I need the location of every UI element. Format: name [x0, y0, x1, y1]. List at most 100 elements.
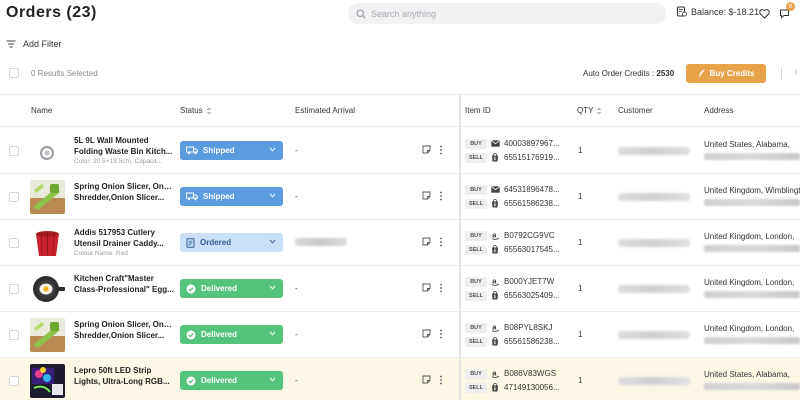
product-name[interactable]: 5L 9L Wall Mounted Folding Waste Bin Kitc… — [74, 135, 174, 157]
buy-item-id[interactable]: B0792CG9VC — [504, 231, 555, 240]
col-customer[interactable]: Customer — [618, 106, 653, 115]
favorites-button[interactable] — [759, 6, 770, 24]
sell-item-id[interactable]: 65561586238... — [504, 199, 560, 208]
status-dropdown[interactable]: Delivered — [180, 279, 283, 298]
row-checkbox[interactable] — [9, 330, 19, 340]
buy-item-id[interactable]: B086V83WGS — [504, 369, 556, 378]
more-options-icon[interactable] — [439, 375, 443, 385]
status-dropdown[interactable]: Delivered — [180, 325, 283, 344]
credits-value: 2530 — [656, 69, 675, 78]
status-label: Ordered — [200, 238, 232, 247]
buy-item-id[interactable]: 40003897967... — [504, 139, 560, 148]
table-column-divider[interactable] — [459, 95, 461, 400]
table-row[interactable]: Lepro 50ft LED Strip Lights, Ultra-Long R… — [0, 358, 800, 400]
table-row[interactable]: Spring Onion Slicer, Onion Shredder,Onion… — [0, 174, 800, 220]
sort-icon — [596, 107, 602, 114]
col-qty[interactable]: QTY — [577, 106, 602, 115]
more-options-icon[interactable] — [439, 191, 443, 201]
shopping-bag-icon — [492, 199, 498, 208]
table-row[interactable]: Kitchen Craft"Master Class-Professional" … — [0, 266, 800, 312]
more-options-icon[interactable] — [439, 237, 443, 247]
table-row[interactable]: 5L 9L Wall Mounted Folding Waste Bin Kitc… — [0, 128, 800, 174]
buy-item-id[interactable]: B000YJET7W — [504, 277, 554, 286]
svg-text:a: a — [492, 231, 497, 240]
product-name[interactable]: Spring Onion Slicer, Onion Shredder,Onion… — [74, 181, 174, 203]
buy-item-id[interactable]: 64531896478... — [504, 185, 560, 194]
col-address-label: Address — [704, 106, 734, 115]
row-checkbox[interactable] — [9, 376, 19, 386]
svg-text:a: a — [492, 323, 497, 332]
customer-redacted — [618, 285, 690, 293]
product-variant: Colour Name: Red — [74, 250, 128, 257]
top-bar: Orders (23) Balance: $-18.21 6 — [0, 0, 800, 28]
address: United Kingdom, London, — [704, 324, 795, 333]
product-name[interactable]: Addis 517953 Cutlery Utensil Drainer Cadd… — [74, 227, 174, 249]
balance[interactable]: Balance: $-18.21 — [676, 6, 759, 17]
svg-text:a: a — [492, 369, 497, 378]
sell-item-id[interactable]: 65561586238... — [504, 337, 560, 346]
sell-item-id[interactable]: 65515176919... — [504, 153, 560, 162]
buy-tag: BUY — [465, 230, 487, 241]
note-icon[interactable] — [422, 375, 431, 384]
search-bar[interactable] — [348, 3, 666, 24]
product-thumbnail — [30, 134, 65, 168]
note-icon[interactable] — [422, 237, 431, 246]
status-dropdown[interactable]: Shipped — [180, 141, 283, 160]
more-options-icon[interactable] — [439, 329, 443, 339]
shopping-bag-icon — [492, 245, 498, 254]
col-item-id[interactable]: Item ID — [465, 106, 491, 115]
more-options-icon[interactable] — [439, 145, 443, 155]
more-options-icon[interactable] — [439, 283, 443, 293]
sell-item-id[interactable]: 47149130056... — [504, 383, 560, 392]
buy-credits-button[interactable]: Buy Credits — [686, 64, 766, 83]
select-all-checkbox[interactable] — [9, 68, 19, 78]
status-dropdown[interactable]: Shipped — [180, 187, 283, 206]
row-checkbox[interactable] — [9, 146, 19, 156]
check-circle-icon — [186, 330, 196, 339]
address-redacted — [704, 383, 800, 390]
product-thumbnail — [30, 364, 65, 398]
sell-tag: SELL — [465, 382, 487, 393]
sell-item-id[interactable]: 65563017545... — [504, 245, 560, 254]
product-name[interactable]: Spring Onion Slicer, Onion Shredder,Onion… — [74, 319, 174, 341]
sell-item-id[interactable]: 65563025409... — [504, 291, 560, 300]
toolbar-trailing-text: I — [795, 68, 798, 77]
messages-button[interactable]: 6 — [779, 2, 795, 24]
status-dropdown[interactable]: Delivered — [180, 371, 283, 390]
product-name[interactable]: Kitchen Craft"Master Class-Professional" … — [74, 273, 174, 295]
credits-label: Auto Order Credits : — [583, 69, 655, 78]
col-status[interactable]: Status — [180, 106, 212, 115]
estimated-arrival: - — [295, 376, 298, 385]
col-name-label: Name — [31, 106, 53, 115]
chevron-down-icon — [269, 147, 276, 152]
add-filter-label: Add Filter — [23, 39, 62, 49]
note-icon[interactable] — [422, 145, 431, 154]
table-row[interactable]: Spring Onion Slicer, Onion Shredder,Onion… — [0, 312, 800, 358]
chevron-down-icon — [269, 193, 276, 198]
address-redacted — [704, 291, 800, 298]
status-dropdown[interactable]: Ordered — [180, 233, 283, 252]
row-checkbox[interactable] — [9, 284, 19, 294]
buy-item-id[interactable]: B08PYL8SKJ — [504, 323, 552, 332]
note-icon[interactable] — [422, 329, 431, 338]
mail-icon — [490, 140, 500, 147]
col-arrival[interactable]: Estimated Arrival — [295, 106, 355, 115]
col-address[interactable]: Address — [704, 106, 733, 115]
note-icon[interactable] — [422, 191, 431, 200]
address: United States, Alabama, — [704, 140, 790, 149]
product-name[interactable]: Lepro 50ft LED Strip Lights, Ultra-Long R… — [74, 365, 174, 387]
estimated-arrival-redacted — [295, 238, 347, 246]
col-name[interactable]: Name — [31, 106, 52, 115]
search-input[interactable] — [371, 8, 651, 19]
feather-icon — [698, 69, 705, 78]
note-icon[interactable] — [422, 283, 431, 292]
table-row[interactable]: Addis 517953 Cutlery Utensil Drainer Cadd… — [0, 220, 800, 266]
row-checkbox[interactable] — [9, 238, 19, 248]
row-checkbox[interactable] — [9, 192, 19, 202]
add-filter-button[interactable]: Add Filter — [6, 39, 62, 49]
address-redacted — [704, 245, 800, 252]
chevron-down-icon — [269, 285, 276, 290]
customer-redacted — [618, 377, 690, 385]
estimated-arrival: - — [295, 284, 298, 293]
customer-redacted — [618, 193, 690, 201]
